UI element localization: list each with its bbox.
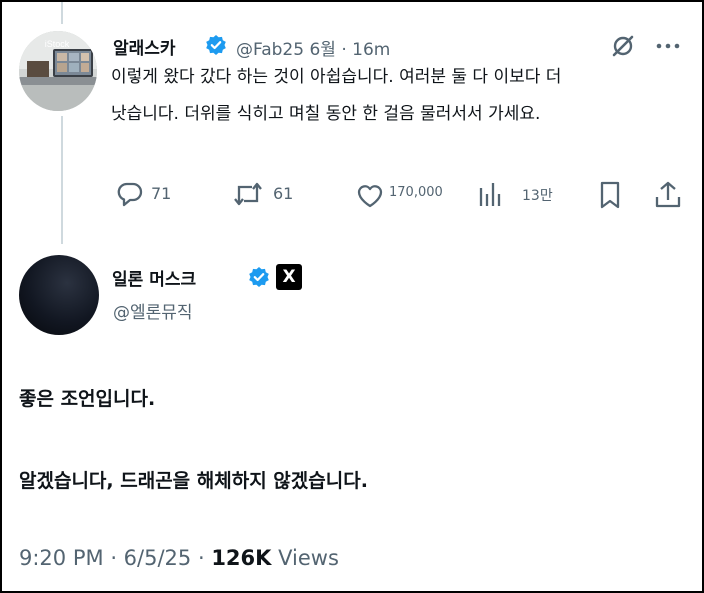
share-icon[interactable] <box>654 180 682 210</box>
avatar-image: iStock <box>19 31 97 111</box>
handle-date-line: @Fab25 6월 · 16m <box>236 40 391 60</box>
reply-text-line-2: 낫습니다. 더위를 식히고 며칠 동안 한 걸음 물러서서 가세요. <box>111 104 541 124</box>
views-chart-icon <box>479 183 501 206</box>
x-affiliate-badge[interactable]: X <box>276 264 302 290</box>
avatar[interactable] <box>19 255 99 335</box>
handle[interactable]: @Fab25 <box>236 40 304 60</box>
post-metadata: 9:20 PM · 6/5/25 · 126K Views <box>19 546 339 570</box>
verified-badge-icon <box>206 35 226 55</box>
handle[interactable]: @엘론뮤직 <box>113 298 193 323</box>
reply-count: 71 <box>151 184 172 203</box>
date: 6월 <box>309 40 336 60</box>
more-options-icon[interactable] <box>655 42 681 50</box>
like-count: 170,000 <box>389 185 443 200</box>
svg-text:iStock: iStock <box>45 39 70 49</box>
grok-icon[interactable] <box>610 33 636 59</box>
time-ago[interactable]: 16m <box>352 40 390 60</box>
post-time[interactable]: 9:20 PM <box>19 546 104 570</box>
view-count: 126K <box>211 546 272 570</box>
author-name[interactable]: 일론 머스크 <box>112 265 196 290</box>
post-text-line-2: 알겠습니다, 드래곤을 해체하지 않겠습니다. <box>19 470 368 492</box>
bookmark-icon[interactable] <box>598 180 622 210</box>
repost-count: 61 <box>273 184 294 203</box>
repost-icon <box>234 182 262 206</box>
verified-badge-icon <box>249 267 269 287</box>
avatar[interactable]: iStock <box>19 31 97 111</box>
heart-icon <box>357 185 383 208</box>
thread-line <box>61 2 63 24</box>
views-label: Views <box>278 546 339 570</box>
reply-icon <box>117 182 143 207</box>
post-text-line-1: 좋은 조언입니다. <box>19 388 156 410</box>
reply-text-line-1: 이렇게 왔다 갔다 하는 것이 아쉽습니다. 여러분 둘 다 이보다 더 <box>111 67 562 87</box>
post-date[interactable]: 6/5/25 <box>124 546 192 570</box>
author-name[interactable]: 알래스카 <box>113 34 176 59</box>
thread-line <box>61 116 63 244</box>
views-count: 13만 <box>522 188 553 204</box>
